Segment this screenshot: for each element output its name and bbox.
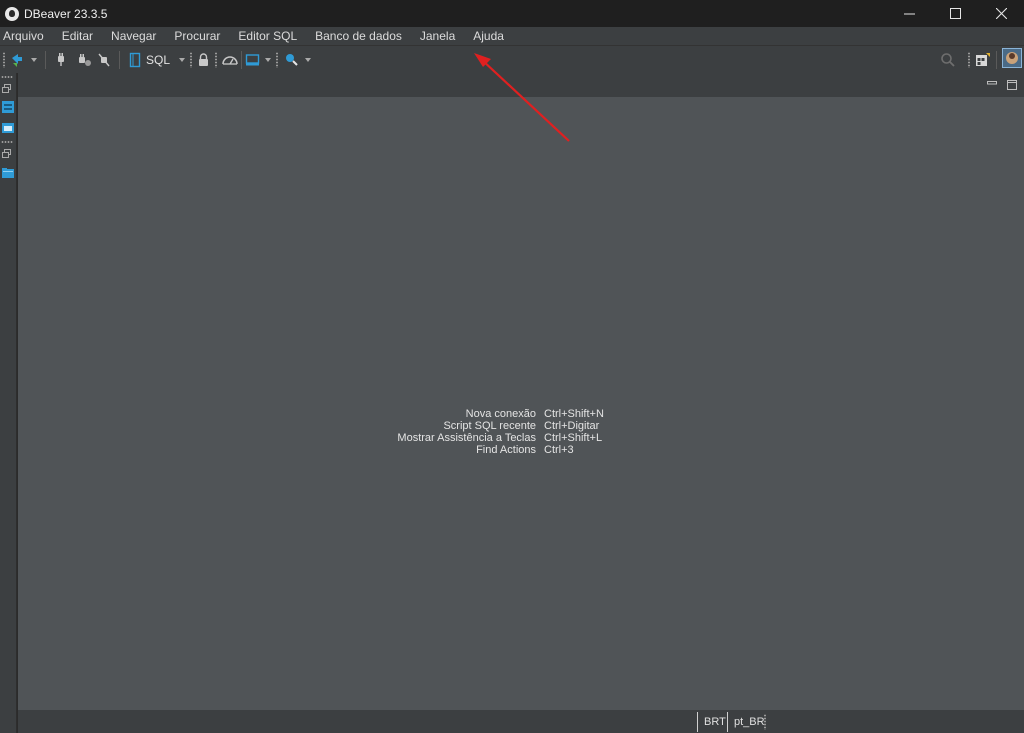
close-icon	[995, 8, 1007, 19]
maximize-icon	[949, 8, 961, 19]
global-search-icon	[941, 53, 955, 67]
toolbar-grip[interactable]	[968, 52, 970, 68]
chevron-down-icon	[179, 58, 185, 62]
commit-mode-dropdown[interactable]	[265, 52, 271, 68]
restore-icon[interactable]	[1, 149, 13, 159]
shortcut-name: Script SQL recente	[443, 420, 536, 432]
shortcut-key: Ctrl+3	[544, 444, 574, 456]
database-navigator-icon[interactable]	[1, 100, 15, 114]
close-button[interactable]	[978, 0, 1024, 27]
project-icon[interactable]	[1, 121, 15, 135]
sql-editor-button[interactable]: SQL	[128, 52, 170, 68]
chevron-down-icon	[305, 58, 311, 62]
transaction-lock-icon	[199, 53, 208, 66]
toolbar-grip[interactable]	[276, 52, 278, 68]
shortcut-hints: Nova conexão Ctrl+Shift+N Script SQL rec…	[348, 408, 604, 456]
main-toolbar: SQL	[0, 45, 1024, 73]
menu-editar[interactable]: Editar	[53, 27, 102, 45]
status-separator	[727, 712, 728, 732]
toolbar-grip[interactable]	[190, 52, 192, 68]
new-connection-button[interactable]	[9, 52, 25, 68]
toolbar-grip[interactable]	[3, 52, 5, 68]
menu-editor-sql[interactable]: Editor SQL	[229, 27, 306, 45]
editor-tab-header	[18, 73, 1024, 97]
timezone-indicator[interactable]: BRT	[704, 710, 726, 733]
toolbar-separator	[45, 51, 46, 69]
transaction-lock-button[interactable]	[197, 52, 210, 68]
status-bar: BRT pt_BR	[18, 710, 1024, 733]
menu-procurar[interactable]: Procurar	[165, 27, 229, 45]
editor-area[interactable]: Nova conexão Ctrl+Shift+N Script SQL rec…	[18, 97, 1024, 710]
commit-mode-icon	[245, 54, 260, 66]
timezone-label: BRT	[704, 715, 726, 728]
connect-icon	[58, 53, 64, 66]
search-tools-dropdown[interactable]	[305, 52, 311, 68]
maximize-button[interactable]	[932, 0, 978, 27]
menu-ajuda[interactable]: Ajuda	[464, 27, 513, 45]
stack-grip[interactable]	[1, 141, 13, 143]
menu-bar: Arquivo Editar Navegar Procurar Editor S…	[0, 27, 1024, 45]
left-minimized-stack	[0, 73, 17, 733]
locale-label: pt_BR	[734, 715, 765, 728]
shortcut-key: Ctrl+Shift+N	[544, 408, 604, 420]
chevron-down-icon	[265, 58, 271, 62]
open-perspective-button[interactable]	[975, 52, 991, 68]
locale-indicator[interactable]: pt_BR	[734, 710, 765, 733]
toolbar-separator	[996, 51, 997, 69]
new-connection-dropdown[interactable]	[31, 52, 37, 68]
search-tools-icon	[286, 54, 298, 66]
toolbar-separator	[119, 51, 120, 69]
dbeaver-logo-icon	[5, 6, 19, 21]
toolbar-grip[interactable]	[215, 52, 217, 68]
search-tools-button[interactable]	[284, 52, 299, 68]
minimize-icon	[903, 13, 915, 15]
user-avatar-button[interactable]	[1002, 48, 1022, 68]
restore-icon[interactable]	[1, 84, 13, 94]
status-separator	[697, 712, 698, 732]
minimize-button[interactable]	[886, 0, 932, 27]
status-grip[interactable]	[764, 714, 766, 730]
window-title: DBeaver 23.3.5	[24, 6, 108, 21]
title-bar: DBeaver 23.3.5	[0, 0, 1024, 27]
chevron-down-icon	[31, 58, 37, 62]
folder-icon[interactable]	[1, 166, 15, 180]
dashboard-icon	[222, 56, 238, 65]
shortcut-key: Ctrl+Digitar	[544, 420, 600, 432]
perspective-icon	[976, 53, 990, 66]
invalidate-reconnect-button[interactable]	[97, 52, 111, 68]
menu-navegar[interactable]: Navegar	[102, 27, 165, 45]
shortcut-name: Mostrar Assistência a Teclas	[397, 432, 536, 444]
disconnect-icon	[79, 54, 91, 66]
sql-editor-icon	[129, 52, 141, 68]
shortcut-key: Ctrl+Shift+L	[544, 432, 603, 444]
commit-mode-button[interactable]	[245, 52, 260, 68]
stack-grip[interactable]	[1, 76, 13, 78]
window-controls	[886, 0, 1024, 27]
disconnect-button[interactable]	[76, 52, 92, 68]
maximize-icon[interactable]	[1007, 80, 1017, 90]
menu-janela[interactable]: Janela	[411, 27, 464, 45]
connect-button[interactable]	[54, 52, 68, 68]
shortcut-name: Nova conexão	[465, 408, 536, 420]
shortcut-name: Find Actions	[476, 444, 536, 456]
global-search-button[interactable]	[940, 52, 956, 68]
sql-label: SQL	[146, 53, 171, 67]
minimize-icon[interactable]	[987, 81, 997, 85]
toolbar-separator	[241, 51, 242, 69]
dashboard-button[interactable]	[221, 52, 239, 68]
new-connection-icon	[12, 54, 22, 67]
menu-arquivo[interactable]: Arquivo	[0, 27, 53, 45]
menu-banco-de-dados[interactable]: Banco de dados	[306, 27, 411, 45]
sql-dropdown[interactable]	[179, 52, 185, 68]
invalidate-icon	[98, 53, 110, 67]
user-avatar-icon	[1002, 48, 1022, 68]
